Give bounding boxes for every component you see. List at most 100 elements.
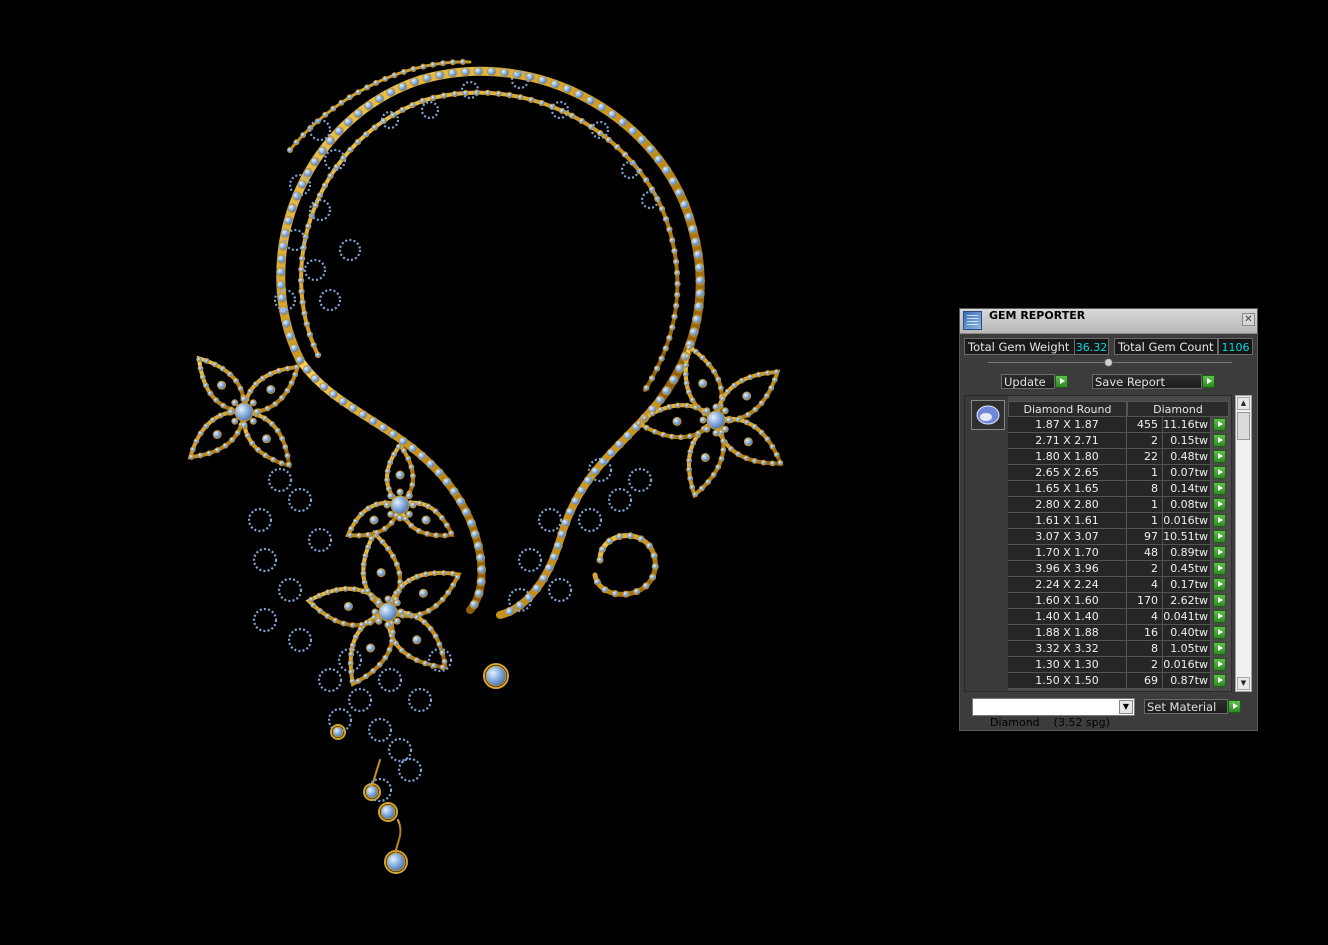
gem-weight-cell: 0.14tw <box>1163 481 1211 497</box>
gem-weight-cell: 0.45tw <box>1163 561 1211 577</box>
gem-weight-cell: 0.17tw <box>1163 577 1211 593</box>
table-row[interactable]: 1.80 X 1.80 22 0.48tw <box>1008 449 1229 465</box>
scroll-thumb[interactable] <box>1237 412 1250 440</box>
gem-count-cell: 1 <box>1127 497 1163 513</box>
divider-collapse-knob[interactable] <box>1104 358 1113 367</box>
gem-count-cell: 22 <box>1127 449 1163 465</box>
gem-shape-column <box>965 396 1008 691</box>
select-row-go-icon[interactable] <box>1213 610 1226 623</box>
table-row[interactable]: 1.60 X 1.60 170 2.62tw <box>1008 593 1229 609</box>
gem-weight-cell: 0.041tw <box>1163 609 1211 625</box>
table-row[interactable]: 1.65 X 1.65 8 0.14tw <box>1008 481 1229 497</box>
update-button[interactable]: Update <box>1001 374 1055 389</box>
table-row[interactable]: 1.50 X 1.50 69 0.87tw <box>1008 673 1229 689</box>
necklace-render <box>187 58 784 874</box>
gem-weight-cell: 0.89tw <box>1163 545 1211 561</box>
gem-weight-cell: 0.40tw <box>1163 625 1211 641</box>
gem-count-cell: 8 <box>1127 641 1163 657</box>
gem-weight-cell: 0.08tw <box>1163 497 1211 513</box>
gem-size-cell: 3.07 X 3.07 <box>1008 529 1127 545</box>
table-row[interactable]: 2.65 X 2.65 1 0.07tw <box>1008 465 1229 481</box>
save-report-button[interactable]: Save Report <box>1092 374 1202 389</box>
table-row[interactable]: 1.88 X 1.88 16 0.40tw <box>1008 625 1229 641</box>
gem-weight-cell: 2.62tw <box>1163 593 1211 609</box>
table-row[interactable]: 2.71 X 2.71 2 0.15tw <box>1008 433 1229 449</box>
gem-weight-cell: 0.15tw <box>1163 433 1211 449</box>
gem-count-cell: 1 <box>1127 465 1163 481</box>
chevron-down-icon[interactable]: ▼ <box>1119 700 1133 714</box>
gem-count-cell: 4 <box>1127 577 1163 593</box>
select-row-go-icon[interactable] <box>1213 530 1226 543</box>
shape-column-header: Diamond Round <box>1008 401 1127 417</box>
gem-count-cell: 2 <box>1127 561 1163 577</box>
gem-weight-cell: 10.51tw <box>1163 529 1211 545</box>
table-row[interactable]: 2.24 X 2.24 4 0.17tw <box>1008 577 1229 593</box>
scroll-down-icon[interactable]: ▼ <box>1237 677 1250 690</box>
select-row-go-icon[interactable] <box>1213 434 1226 447</box>
gem-size-cell: 1.40 X 1.40 <box>1008 609 1127 625</box>
material-dropdown[interactable]: Diamond (3.52 spg) ▼ <box>972 698 1135 729</box>
gem-size-cell: 1.88 X 1.88 <box>1008 625 1127 641</box>
select-row-go-icon[interactable] <box>1213 498 1226 511</box>
save-report-go-icon[interactable] <box>1202 375 1215 388</box>
select-row-go-icon[interactable] <box>1213 578 1226 591</box>
gem-count-cell: 2 <box>1127 657 1163 673</box>
select-row-go-icon[interactable] <box>1213 514 1226 527</box>
title-bar[interactable]: GEM REPORTER ✕ <box>960 309 1257 334</box>
select-row-go-icon[interactable] <box>1213 546 1226 559</box>
table-row[interactable]: 1.61 X 1.61 1 0.016tw <box>1008 513 1229 529</box>
gem-size-cell: 2.24 X 2.24 <box>1008 577 1127 593</box>
table-scrollbar[interactable]: ▲ ▼ <box>1235 395 1252 692</box>
gem-weight-cell: 0.48tw <box>1163 449 1211 465</box>
select-row-go-icon[interactable] <box>1213 466 1226 479</box>
3d-viewport[interactable] <box>0 0 950 945</box>
scroll-up-icon[interactable]: ▲ <box>1237 397 1250 410</box>
gem-size-cell: 2.71 X 2.71 <box>1008 433 1127 449</box>
gem-weight-cell: 11.16tw <box>1163 417 1211 433</box>
gem-weight-cell: 0.016tw <box>1163 513 1211 529</box>
gem-count-cell: 48 <box>1127 545 1163 561</box>
select-row-go-icon[interactable] <box>1213 674 1226 687</box>
table-row[interactable]: 2.80 X 2.80 1 0.08tw <box>1008 497 1229 513</box>
total-gem-count-value: 1106 <box>1218 338 1253 355</box>
table-row[interactable]: 3.32 X 3.32 8 1.05tw <box>1008 641 1229 657</box>
set-material-go-icon[interactable] <box>1228 700 1241 713</box>
gem-count-cell: 4 <box>1127 609 1163 625</box>
gem-table: Diamond Round Diamond 1.87 X 1.87 455 11.1… <box>964 395 1232 692</box>
gem-size-cell: 1.30 X 1.30 <box>1008 657 1127 673</box>
gem-size-cell: 3.96 X 3.96 <box>1008 561 1127 577</box>
gem-count-cell: 2 <box>1127 433 1163 449</box>
table-row[interactable]: 1.40 X 1.40 4 0.041tw <box>1008 609 1229 625</box>
gem-size-cell: 1.61 X 1.61 <box>1008 513 1127 529</box>
gem-count-cell: 455 <box>1127 417 1163 433</box>
update-go-icon[interactable] <box>1055 375 1068 388</box>
table-row[interactable]: 3.96 X 3.96 2 0.45tw <box>1008 561 1229 577</box>
gem-reporter-app-icon <box>963 311 982 330</box>
total-gem-weight-value: 36.32 <box>1074 338 1109 355</box>
select-row-go-icon[interactable] <box>1213 658 1226 671</box>
gem-round-icon[interactable] <box>971 400 1005 430</box>
material-selected-value: Diamond (3.52 spg) <box>990 716 1110 729</box>
gem-size-cell: 1.65 X 1.65 <box>1008 481 1127 497</box>
table-row[interactable]: 1.30 X 1.30 2 0.016tw <box>1008 657 1229 673</box>
select-row-go-icon[interactable] <box>1213 642 1226 655</box>
select-row-go-icon[interactable] <box>1213 626 1226 639</box>
total-gem-count-label: Total Gem Count <box>1114 338 1218 355</box>
close-button[interactable]: ✕ <box>1242 313 1255 326</box>
select-row-go-icon[interactable] <box>1213 418 1226 431</box>
set-material-button[interactable]: Set Material <box>1144 699 1228 714</box>
gem-size-cell: 1.87 X 1.87 <box>1008 417 1127 433</box>
gem-size-cell: 2.65 X 2.65 <box>1008 465 1127 481</box>
select-row-go-icon[interactable] <box>1213 450 1226 463</box>
table-row[interactable]: 1.87 X 1.87 455 11.16tw <box>1008 417 1229 433</box>
gem-weight-cell: 0.07tw <box>1163 465 1211 481</box>
gem-size-cell: 1.70 X 1.70 <box>1008 545 1127 561</box>
gem-size-cell: 1.50 X 1.50 <box>1008 673 1127 689</box>
gem-size-cell: 1.80 X 1.80 <box>1008 449 1127 465</box>
select-row-go-icon[interactable] <box>1213 594 1226 607</box>
table-row[interactable]: 1.70 X 1.70 48 0.89tw <box>1008 545 1229 561</box>
select-row-go-icon[interactable] <box>1213 562 1226 575</box>
table-row[interactable]: 3.07 X 3.07 97 10.51tw <box>1008 529 1229 545</box>
gem-count-cell: 8 <box>1127 481 1163 497</box>
select-row-go-icon[interactable] <box>1213 482 1226 495</box>
